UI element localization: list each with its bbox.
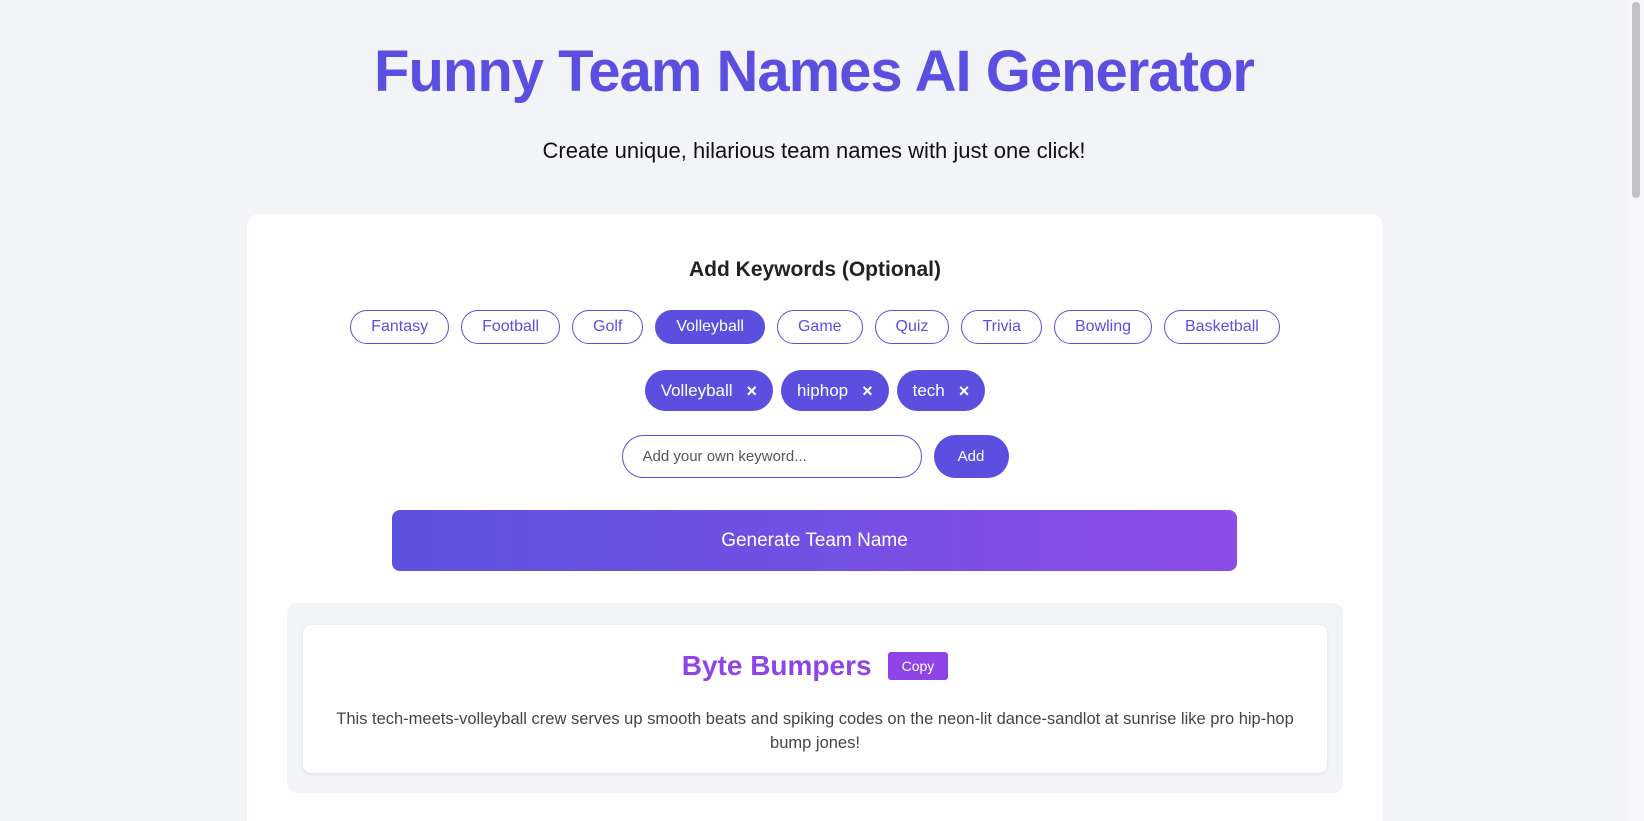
page-title: Funny Team Names AI Generator [374,39,1255,104]
keywords-heading: Add Keywords (Optional) [689,258,941,281]
copy-button[interactable]: Copy [887,652,949,680]
selected-keyword-volleyball: Volleyball × [644,370,774,411]
keyword-chip-volleyball[interactable]: Volleyball [655,310,765,344]
generator-card: Add Keywords (Optional) Fantasy Football… [247,214,1383,821]
remove-keyword-icon[interactable]: × [747,382,758,400]
selected-keyword-hiphop: hiphop × [781,370,889,411]
keyword-chip-golf[interactable]: Golf [572,310,644,344]
page-subtitle: Create unique, hilarious team names with… [542,138,1086,163]
preset-keyword-list: Fantasy Football Golf Volleyball Game Qu… [247,310,1383,344]
remove-keyword-icon[interactable]: × [959,382,970,400]
remove-keyword-icon[interactable]: × [862,382,873,400]
add-keyword-button[interactable]: Add [933,435,1009,478]
page-scrollbar[interactable] [1628,0,1644,821]
scrollbar-thumb[interactable] [1632,2,1640,198]
selected-keyword-label: Volleyball [660,380,733,400]
keyword-chip-bowling[interactable]: Bowling [1053,310,1152,344]
result-panel: Byte Bumpers Copy This tech-meets-volley… [287,603,1343,793]
selected-keyword-label: tech [912,380,945,400]
selected-keyword-tech: tech × [896,370,986,411]
keyword-chip-game[interactable]: Game [776,310,863,344]
team-name-description: This tech-meets-volleyball crew serves u… [336,710,1294,752]
keyword-chip-football[interactable]: Football [461,310,561,344]
generated-team-name: Byte Bumpers [681,650,872,681]
keyword-chip-basketball[interactable]: Basketball [1164,310,1280,344]
selected-keyword-label: hiphop [797,380,849,400]
keyword-chip-fantasy[interactable]: Fantasy [350,310,450,344]
result-name-row: Byte Bumpers Copy [303,650,1327,682]
keyword-chip-trivia[interactable]: Trivia [961,310,1042,344]
result-card: Byte Bumpers Copy This tech-meets-volley… [303,625,1327,773]
custom-keyword-input[interactable] [621,435,922,478]
keyword-chip-quiz[interactable]: Quiz [874,310,950,344]
generate-team-name-button[interactable]: Generate Team Name [392,510,1237,571]
custom-keyword-row: Add [247,435,1383,478]
selected-keyword-list: Volleyball × hiphop × tech × [247,370,1383,411]
